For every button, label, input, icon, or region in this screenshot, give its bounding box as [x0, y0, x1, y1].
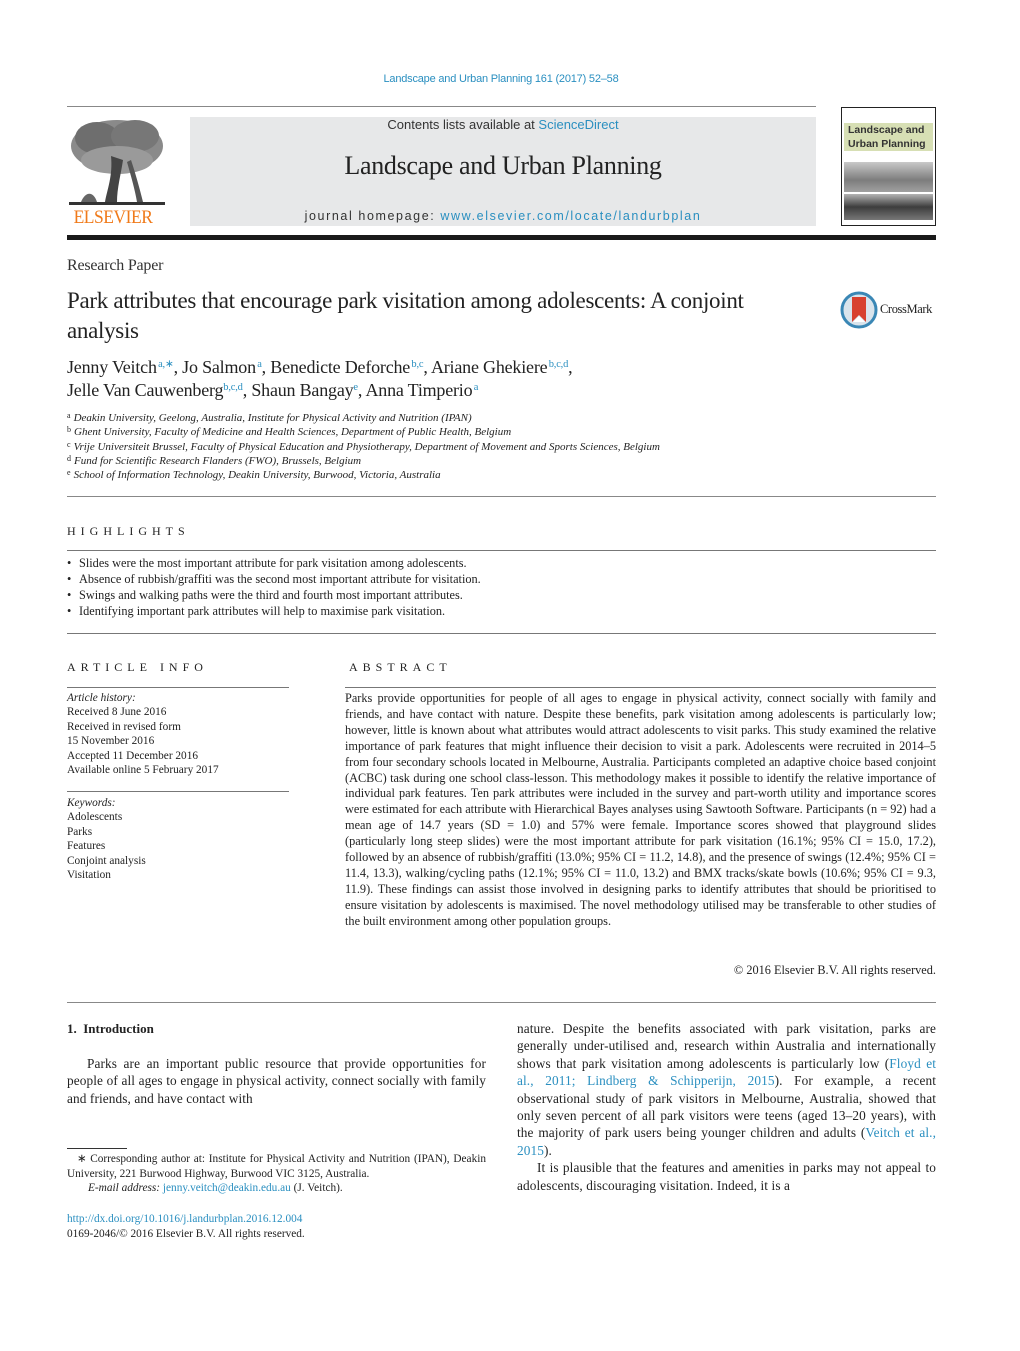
article-history: Article history: Received 8 June 2016 Re… [67, 691, 289, 777]
article-info-heading: ARTICLE INFO [67, 660, 208, 674]
article-type: Research Paper [67, 257, 164, 274]
highlight-item: • Slides were the most important attribut… [67, 556, 467, 570]
author[interactable]: Shaun Bangaye, [251, 380, 365, 400]
affiliation-list: a Deakin University, Geelong, Australia, … [67, 411, 827, 482]
author-affiliation-marker[interactable]: b,c,d [549, 359, 569, 370]
affiliation: d Fund for Scientific Research Flanders (… [67, 453, 362, 467]
author[interactable]: Jenny Veitch a,∗, [67, 357, 182, 377]
homepage-prefix: journal homepage: [304, 209, 441, 223]
keywords-rule [67, 791, 289, 792]
highlights-heading: HIGHLIGHTS [67, 524, 190, 538]
keywords-list: Keywords: Adolescents Parks Features Con… [67, 796, 289, 882]
bullet-icon: • [67, 556, 72, 570]
highlight-item: • Identifying important park attributes w… [67, 604, 446, 618]
article-info-rule [67, 687, 289, 688]
contents-line: Contents lists available at ScienceDirec… [190, 117, 816, 132]
author[interactable]: Ariane Ghekiere b,c,d, [431, 357, 573, 377]
author[interactable]: Jo Salmon a, [182, 357, 270, 377]
journal-citation-link[interactable]: Landscape and Urban Planning 161 (2017) … [0, 73, 1002, 85]
header-rule [67, 106, 816, 107]
highlights-top-rule [67, 550, 936, 551]
keyword: Conjoint analysis [67, 854, 146, 867]
author-affiliation-marker[interactable]: b,c [411, 359, 423, 370]
cover-photo-city [844, 194, 933, 220]
highlights-bottom-rule [67, 633, 936, 634]
homepage-line: journal homepage: www.elsevier.com/locat… [190, 209, 816, 223]
introduction-paragraph: It is plausible that the features and am… [517, 1160, 936, 1193]
footnote-rule [67, 1148, 127, 1149]
section-divider [67, 496, 936, 497]
cover-photo-trees [844, 162, 933, 192]
affiliation: b Ghent University, Faculty of Medicine a… [67, 425, 512, 439]
author-list: Jenny Veitch a,∗, Jo Salmon a, Benedicte… [67, 356, 807, 402]
contents-prefix: Contents lists available at [387, 117, 539, 132]
elsevier-logo[interactable]: ELSEVIER [67, 116, 167, 228]
article-title: Park attributes that encourage park visi… [67, 288, 744, 343]
affiliation: c Vrije Universiteit Brussel, Faculty of … [67, 439, 660, 453]
abstract-heading: ABSTRACT [349, 660, 452, 674]
footnotes: ∗ Corresponding author at: Institute for… [67, 1152, 486, 1196]
doi-link[interactable]: http://dx.doi.org/10.1016/j.landurbplan.… [67, 1212, 486, 1227]
author[interactable]: Anna Timperio a [366, 380, 479, 400]
history-entry: Received 8 June 2016 [67, 706, 167, 719]
affiliation: e School of Information Technology, Deaki… [67, 468, 441, 482]
keyword: Adolescents [67, 811, 123, 824]
author-affiliation-marker[interactable]: a [474, 382, 479, 393]
author[interactable]: Benedicte Deforche b,c, [270, 357, 431, 377]
bullet-icon: • [67, 572, 72, 586]
highlight-item: • Absence of rubbish/graffiti was the sec… [67, 572, 481, 586]
corresponding-author-note: ∗ Corresponding author at: Institute for… [67, 1153, 486, 1180]
keywords-label: Keywords: [67, 797, 116, 809]
elsevier-tree-icon [69, 120, 165, 205]
section-divider [67, 1002, 936, 1003]
history-entry: Received in revised form [67, 720, 181, 733]
journal-homepage-link[interactable]: www.elsevier.com/locate/landurbplan [440, 209, 701, 223]
affiliation: a Deakin University, Geelong, Australia, … [67, 411, 472, 425]
introduction-paragraph: Parks are an important public resource t… [67, 1056, 486, 1106]
highlight-item: • Swings and walking paths were the third… [67, 588, 463, 602]
highlights-list: • Slides were the most important attribut… [67, 555, 936, 619]
author-affiliation-marker[interactable]: b,c,d [223, 382, 243, 393]
issn-copyright: 0169-2046/© 2016 Elsevier B.V. All right… [67, 1227, 305, 1240]
article-history-label: Article history: [67, 692, 136, 704]
introduction-heading: 1. Introduction [67, 1021, 154, 1036]
cover-title: Landscape and Urban Planning [844, 123, 933, 151]
elsevier-wordmark: ELSEVIER [73, 207, 153, 228]
sciencedirect-link[interactable]: ScienceDirect [538, 117, 618, 132]
journal-masthead: Contents lists available at ScienceDirec… [190, 117, 816, 226]
crossmark-badge[interactable]: CrossMark [840, 290, 940, 330]
bullet-icon: • [67, 604, 72, 618]
history-entry: 15 November 2016 [67, 735, 155, 748]
crossmark-label: CrossMark [880, 302, 932, 316]
history-entry: Available online 5 February 2017 [67, 764, 219, 777]
bullet-icon: • [67, 588, 72, 602]
abstract-rule [345, 687, 936, 688]
journal-title: Landscape and Urban Planning [344, 151, 662, 180]
email-note: E-mail address: jenny.veitch@deakin.edu.… [88, 1182, 343, 1195]
author[interactable]: Jelle Van Cauwenbergb,c,d, [67, 380, 251, 400]
journal-cover-thumbnail[interactable]: Landscape and Urban Planning [841, 107, 936, 226]
keyword: Features [67, 840, 106, 853]
keyword: Visitation [67, 869, 111, 882]
history-entry: Accepted 11 December 2016 [67, 749, 199, 762]
author-affiliation-marker[interactable]: a,∗ [158, 359, 174, 370]
masthead-thick-rule [67, 235, 936, 240]
email-link[interactable]: jenny.veitch@deakin.edu.au [163, 1182, 291, 1194]
introduction-paragraph: nature. Despite the benefits associated … [517, 1021, 936, 1158]
introduction-column-2: nature. Despite the benefits associated … [517, 1020, 936, 1194]
abstract-text: Parks provide opportunities for people o… [345, 691, 936, 928]
keyword: Parks [67, 825, 93, 838]
abstract-copyright: © 2016 Elsevier B.V. All rights reserved… [733, 963, 936, 977]
doi-block: http://dx.doi.org/10.1016/j.landurbplan.… [67, 1212, 486, 1241]
crossmark-icon [840, 291, 878, 329]
